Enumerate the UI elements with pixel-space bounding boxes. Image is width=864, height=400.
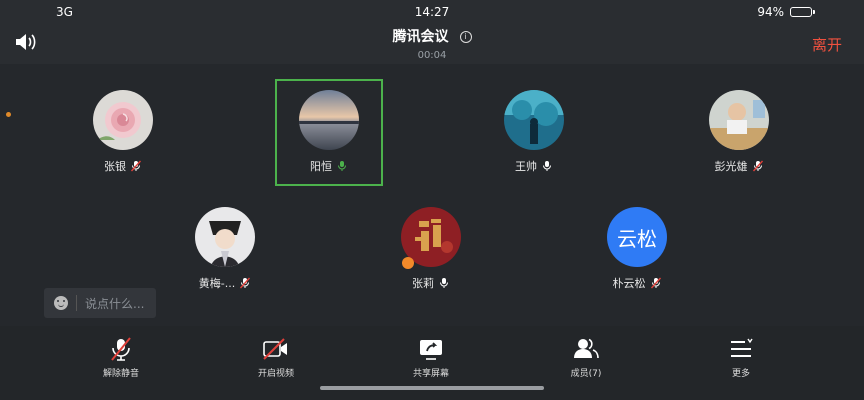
more-button[interactable]: 更多 <box>701 336 781 379</box>
participant-name: 彭光雄 <box>714 160 748 173</box>
meeting-duration: 00:04 <box>417 50 447 61</box>
home-indicator[interactable] <box>320 386 544 390</box>
share-screen-label: 共享屏幕 <box>412 369 449 379</box>
mic-muted-icon <box>752 160 763 172</box>
participant-tile[interactable]: 阳恒 <box>274 90 384 190</box>
emoji-icon[interactable] <box>54 296 68 310</box>
participant-name: 张银 <box>104 160 126 173</box>
page-indicator-dot <box>6 112 11 117</box>
chat-placeholder: 说点什么... <box>85 296 145 311</box>
unmute-button[interactable]: 解除静音 <box>81 336 161 379</box>
leave-button[interactable]: 离开 <box>812 34 842 55</box>
host-badge-icon <box>402 257 414 269</box>
avatar <box>709 90 769 150</box>
start-video-label: 开启视频 <box>257 369 294 379</box>
more-label: 更多 <box>731 369 750 379</box>
members-button[interactable]: 成员(7) <box>546 336 626 379</box>
participant-grid: 张银 阳恒 王帅 彭光雄 黄梅-... 张莉 云松 朴云松 <box>0 64 864 326</box>
avatar <box>299 90 359 150</box>
participant-tile[interactable]: 张莉 <box>376 207 486 307</box>
participant-name: 朴云松 <box>612 277 646 290</box>
clock: 14:27 <box>414 5 450 19</box>
mic-icon <box>440 278 448 288</box>
participant-tile[interactable]: 张银 <box>68 90 178 190</box>
participant-name: 张莉 <box>412 277 434 290</box>
info-icon[interactable]: i <box>459 30 472 43</box>
participant-tile[interactable]: 王帅 <box>479 90 589 190</box>
participant-tile[interactable]: 云松 朴云松 <box>582 207 692 307</box>
mic-muted-icon <box>130 160 142 172</box>
members-label: 成员(7) <box>570 369 602 379</box>
battery-status: 94% <box>757 5 815 19</box>
participant-name: 王帅 <box>515 160 537 173</box>
video-off-icon <box>263 338 287 360</box>
more-menu-icon <box>731 338 753 357</box>
mic-icon <box>543 161 551 171</box>
meeting-title[interactable]: 腾讯会议 <box>392 29 448 45</box>
avatar <box>93 90 153 150</box>
unmute-label: 解除静音 <box>102 369 139 379</box>
divider <box>76 295 77 311</box>
avatar-initials: 云松 <box>617 226 657 251</box>
meeting-header: 腾讯会议 i 00:04 离开 <box>0 24 864 64</box>
share-screen-button[interactable]: 共享屏幕 <box>391 336 471 379</box>
start-video-button[interactable]: 开启视频 <box>236 336 316 379</box>
members-icon <box>574 338 599 359</box>
avatar: 云松 <box>607 207 667 267</box>
participant-tile[interactable]: 黄梅-... <box>170 207 280 307</box>
mic-muted-icon <box>240 277 251 289</box>
avatar <box>195 207 255 267</box>
status-bar: 3G 14:27 94% <box>0 0 864 24</box>
participant-name: 阳恒 <box>310 160 332 173</box>
battery-icon <box>790 7 815 17</box>
participant-tile[interactable]: 彭光雄 <box>684 90 794 190</box>
battery-percent: 94% <box>757 5 784 19</box>
mic-muted-icon <box>650 277 661 289</box>
avatar <box>504 90 564 150</box>
mic-speaking-icon <box>338 161 346 171</box>
mic-muted-icon <box>111 337 131 361</box>
participant-name: 黄梅-... <box>198 277 236 290</box>
share-screen-icon <box>420 340 442 360</box>
chat-input[interactable]: 说点什么... <box>44 288 156 318</box>
